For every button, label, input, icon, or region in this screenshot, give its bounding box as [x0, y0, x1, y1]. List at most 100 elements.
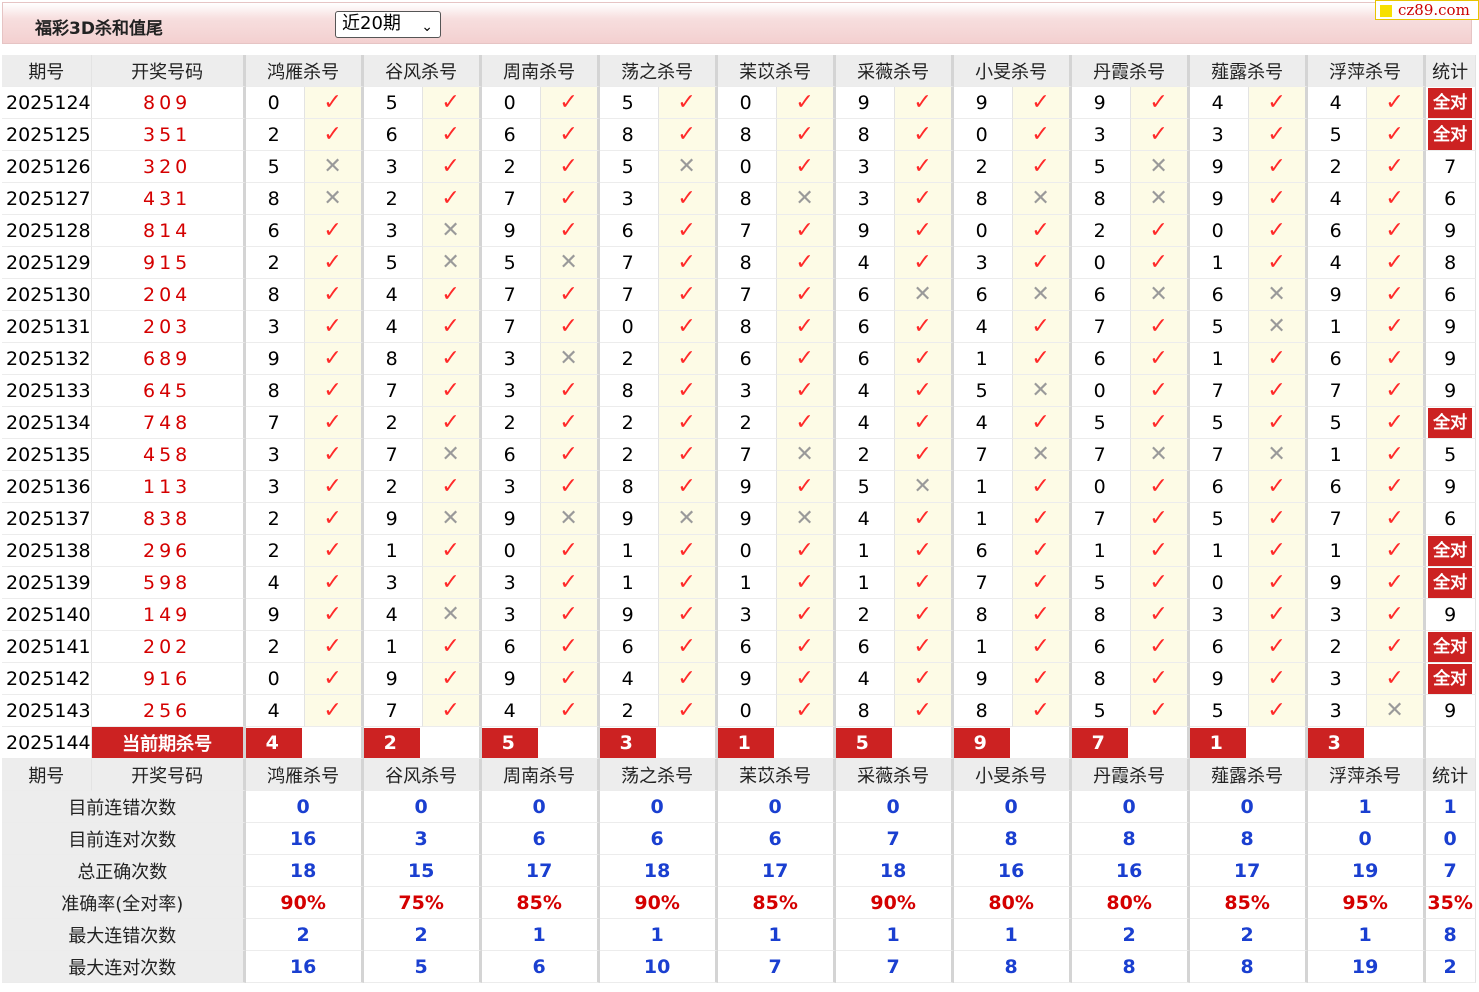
kill-result-cell: ✓	[1012, 87, 1072, 119]
check-icon: ✓	[913, 250, 932, 275]
kill-result-cell: ✓	[658, 343, 718, 375]
kill-result-cell: ✓	[658, 247, 718, 279]
kill-result-cell: ✓	[1130, 311, 1190, 343]
kill-result-cell: ✓	[894, 535, 954, 567]
kill-number-cell: 4	[835, 663, 895, 695]
kill-number-cell: 9	[1071, 87, 1131, 119]
table-row: 2025137 838 2 ✓ 9 ✕ 9 ✕ 9 ✕ 9 ✕ 4 ✓ 1 ✓ 7 ✓ 5 ✓ 7 ✓ 6	[2, 503, 1476, 535]
stat-row: 总正确次数 18 15 17 18 17 18 16 16 17 19 7	[2, 855, 1476, 887]
kill-result-cell: ✓	[304, 279, 364, 311]
check-icon: ✓	[1149, 602, 1168, 627]
kill-result-cell: ✓	[304, 87, 364, 119]
check-icon: ✓	[913, 698, 932, 723]
cross-icon: ✕	[441, 602, 460, 627]
check-icon: ✓	[795, 218, 814, 243]
kill-result-cell: ✓	[1366, 663, 1426, 695]
kill-number-cell: 2	[599, 407, 659, 439]
check-icon: ✓	[441, 698, 460, 723]
kill-number-cell: 2	[481, 407, 541, 439]
kill-result-cell: ✓	[894, 375, 954, 407]
kill-number-cell: 8	[245, 375, 305, 407]
kill-number-cell: 0	[953, 215, 1013, 247]
kill-result-cell: ✓	[1130, 343, 1190, 375]
all-correct-badge: 全对	[1428, 631, 1473, 662]
cross-icon: ✕	[913, 474, 932, 499]
check-icon: ✓	[1031, 154, 1050, 179]
check-icon: ✓	[559, 634, 578, 659]
kill-result-cell: ✓	[540, 183, 600, 215]
check-icon: ✓	[677, 602, 696, 627]
kill-number-cell: 9	[835, 215, 895, 247]
check-icon: ✓	[1031, 218, 1050, 243]
cross-icon: ✕	[1149, 442, 1168, 467]
check-icon: ✓	[1267, 250, 1286, 275]
stat-value: 85%	[481, 887, 600, 919]
all-correct-badge: 全对	[1428, 567, 1473, 598]
site-logo[interactable]: cz89.com	[1375, 0, 1479, 20]
stat-value: 0	[245, 791, 364, 823]
kill-number-cell: 3	[1189, 599, 1249, 631]
kill-number-cell: 1	[1071, 535, 1131, 567]
kill-result-cell: ✓	[1130, 375, 1190, 407]
column-header: 苿苡杀号	[717, 55, 836, 87]
stat-value: 5	[363, 951, 482, 983]
kill-number-cell: 8	[599, 375, 659, 407]
stat-value: 2	[245, 919, 364, 951]
kill-result-cell: ✓	[422, 311, 482, 343]
check-icon: ✓	[559, 378, 578, 403]
kill-number-cell: 7	[599, 247, 659, 279]
check-icon: ✓	[913, 122, 932, 147]
stat-value: 0	[835, 791, 954, 823]
draw-number-cell: 645	[91, 375, 246, 407]
kill-result-cell: ✓	[1366, 279, 1426, 311]
kill-result-cell: ✓	[1366, 599, 1426, 631]
kill-result-cell: ✓	[304, 343, 364, 375]
stat-value: 85%	[1189, 887, 1308, 919]
kill-number-cell: 7	[1307, 375, 1367, 407]
kill-result-cell: ✓	[1248, 407, 1308, 439]
stat-value: 6	[599, 823, 718, 855]
kill-result-cell: ✕	[422, 247, 482, 279]
column-header: 统计	[1425, 759, 1476, 791]
kill-number-cell: 7	[245, 407, 305, 439]
check-icon: ✓	[1267, 218, 1286, 243]
stat-cell: 9	[1425, 215, 1476, 247]
kill-result-cell: ✓	[894, 151, 954, 183]
period-select[interactable]: 近20期 ⌄	[335, 11, 441, 38]
draw-number-cell: 814	[91, 215, 246, 247]
check-icon: ✓	[795, 410, 814, 435]
kill-result-cell: ✓	[894, 567, 954, 599]
kill-number-cell: 7	[717, 279, 777, 311]
stat-row: 目前连对次数 16 3 6 6 6 7 8 8 8 0 0	[2, 823, 1476, 855]
kill-number-cell: 3	[363, 215, 423, 247]
kill-result-cell: ✓	[894, 503, 954, 535]
check-icon: ✓	[1031, 602, 1050, 627]
kill-result-cell: ✓	[894, 663, 954, 695]
kill-number-cell: 7	[717, 439, 777, 471]
kill-number-cell: 5	[599, 87, 659, 119]
period-cell: 2025127	[2, 183, 92, 215]
kill-number-cell: 8	[717, 183, 777, 215]
check-icon: ✓	[795, 570, 814, 595]
kill-result-cell: ✕	[894, 471, 954, 503]
check-icon: ✓	[1267, 90, 1286, 115]
kill-result-cell: ✓	[1366, 343, 1426, 375]
check-icon: ✓	[441, 666, 460, 691]
kill-result-cell: ✓	[1130, 471, 1190, 503]
table-row: 2025127 431 8 ✕ 2 ✓ 7 ✓ 3 ✓ 8 ✕ 3 ✓ 8 ✕ 8 ✕ 9 ✓ 4 ✓ 6	[2, 183, 1476, 215]
kill-number-table: 期号 开奖号码 鸿雁杀号 谷风杀号 周南杀号 荡之杀号 苿苡杀号 采薇杀号 小旻杀号 丹霞杀号 薤露…	[2, 55, 1476, 983]
kill-result-cell: ✕	[1012, 375, 1072, 407]
kill-number-cell: 3	[245, 439, 305, 471]
check-icon: ✓	[559, 698, 578, 723]
kill-number-cell: 9	[717, 503, 777, 535]
kill-number-cell: 6	[835, 343, 895, 375]
check-icon: ✓	[1031, 506, 1050, 531]
check-icon: ✓	[1267, 634, 1286, 659]
kill-number-cell: 4	[1189, 87, 1249, 119]
check-icon: ✓	[441, 634, 460, 659]
check-icon: ✓	[1149, 410, 1168, 435]
kill-result-cell: ✓	[540, 599, 600, 631]
period-cell: 2025129	[2, 247, 92, 279]
check-icon: ✓	[441, 186, 460, 211]
kill-result-cell: ✓	[658, 215, 718, 247]
